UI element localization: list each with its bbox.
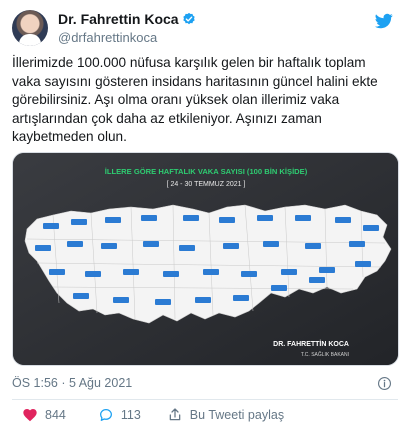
- tweet-actions: 844 113 Bu Tweeti paylaş: [12, 405, 398, 425]
- reply-count: 113: [120, 408, 141, 422]
- signature-name: DR. FAHRETTİN KOCA: [273, 340, 349, 348]
- share-label: Bu Tweeti paylaş: [189, 408, 285, 422]
- like-count: 844: [45, 408, 66, 422]
- twitter-bird-icon[interactable]: [374, 12, 394, 30]
- map-title: İLLERE GÖRE HAFTALIK VAKA SAYISI (100 Bİ…: [105, 167, 308, 176]
- avatar[interactable]: [12, 10, 48, 46]
- like-button[interactable]: 844: [22, 407, 66, 423]
- reply-bubble-icon: [99, 409, 112, 421]
- tweet-text: İllerimizde 100.000 nüfusa karşılık gele…: [12, 55, 378, 144]
- share-button[interactable]: Bu Tweeti paylaş: [167, 407, 284, 423]
- tweet-header: Dr. Fahrettin Koca @drfahrettinkoca: [12, 8, 398, 48]
- signature-role: T.C. SAĞLIK BAKANI: [301, 351, 349, 358]
- tweet-timestamp[interactable]: ÖS 1:56 · 5 Ağu 2021: [12, 376, 132, 390]
- author-name[interactable]: Dr. Fahrettin Koca: [58, 11, 179, 27]
- author-handle[interactable]: @drfahrettinkoca: [58, 30, 157, 45]
- heart-icon: [23, 409, 37, 422]
- reply-button[interactable]: 113: [98, 407, 141, 423]
- tweet-media-image[interactable]: İLLERE GÖRE HAFTALIK VAKA SAYISI (100 Bİ…: [12, 152, 399, 366]
- info-icon[interactable]: [377, 376, 392, 391]
- tweet-meta: ÖS 1:56 · 5 Ağu 2021: [12, 376, 398, 392]
- turkey-incidence-map: İLLERE GÖRE HAFTALIK VAKA SAYISI (100 Bİ…: [13, 153, 398, 365]
- map-subtitle: [ 24 - 30 TEMMUZ 2021 ]: [167, 181, 246, 188]
- verified-badge-icon: [182, 12, 195, 25]
- divider: [12, 399, 398, 400]
- author-row: Dr. Fahrettin Koca: [58, 11, 196, 27]
- share-icon: [169, 408, 181, 421]
